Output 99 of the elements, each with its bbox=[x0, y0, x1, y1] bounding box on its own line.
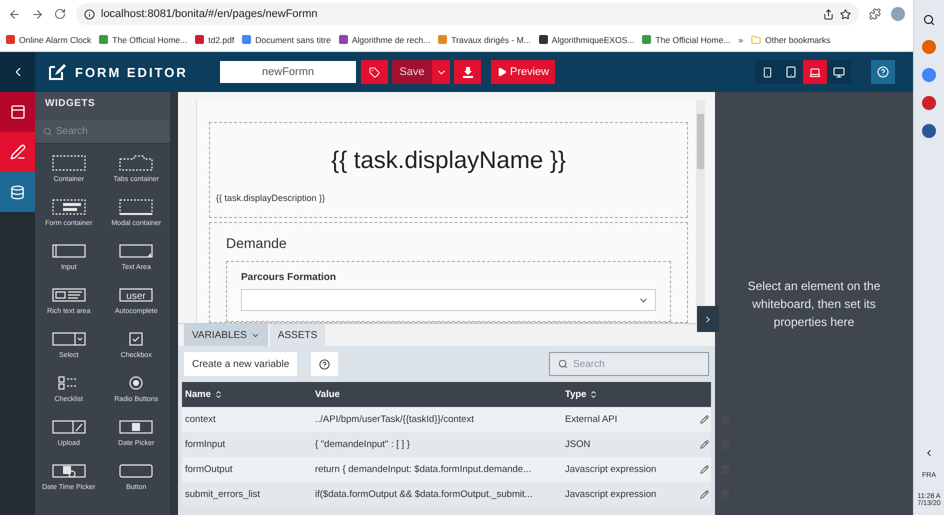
back-icon[interactable] bbox=[8, 8, 21, 20]
app-icon[interactable] bbox=[922, 40, 936, 54]
column-header: Value bbox=[315, 389, 340, 400]
bookmark-link[interactable]: Algorithme de rech... bbox=[338, 34, 430, 44]
export-button[interactable] bbox=[454, 60, 481, 84]
widget-icon bbox=[118, 154, 154, 172]
info-icon bbox=[84, 8, 95, 20]
widget-icon bbox=[50, 462, 87, 480]
database-icon bbox=[10, 184, 25, 200]
table-cell-text: return { demandeInput: $data.formInput.demande... bbox=[314, 464, 532, 475]
help-button[interactable] bbox=[311, 352, 338, 376]
extensions-icon[interactable] bbox=[869, 8, 881, 20]
search-icon bbox=[43, 127, 52, 136]
url-text: localhost:8081/bonita/#/en/pages/newFormn bbox=[101, 8, 318, 20]
create-variable-button[interactable]: Create a new variable bbox=[184, 352, 298, 376]
form-editor-logo-icon bbox=[47, 62, 67, 82]
widget-icon bbox=[118, 242, 154, 260]
monitor-icon bbox=[833, 66, 845, 78]
form-description: {{ task.displayDescription }} bbox=[216, 193, 326, 203]
pen-icon bbox=[10, 144, 26, 160]
form-name-field[interactable]: newFormn bbox=[220, 61, 356, 83]
form-title: {{ task.displayName }} bbox=[330, 147, 567, 175]
table-cell-text: formOutput bbox=[184, 464, 234, 475]
widget-icon: user bbox=[118, 286, 154, 304]
play-icon bbox=[497, 67, 507, 77]
table-cell-text: formInput bbox=[184, 439, 226, 450]
scrollbar[interactable] bbox=[696, 100, 705, 323]
widget-icon bbox=[118, 198, 154, 216]
sort-icon[interactable] bbox=[214, 390, 223, 399]
search-placeholder: Search bbox=[56, 126, 88, 137]
export-icon bbox=[462, 66, 474, 78]
bookmark-star-icon[interactable] bbox=[840, 8, 851, 20]
bookmarks-overflow[interactable]: » bbox=[738, 34, 744, 44]
edit-icon[interactable] bbox=[700, 465, 709, 474]
column-header[interactable]: Name bbox=[185, 389, 211, 400]
layout-icon bbox=[10, 104, 26, 120]
edit-icon[interactable] bbox=[700, 415, 709, 424]
bookmark-link[interactable]: Travaux dirigés - M... bbox=[438, 34, 531, 44]
tablet-icon bbox=[785, 66, 797, 78]
tag-button[interactable] bbox=[361, 60, 388, 84]
app-icon[interactable] bbox=[922, 96, 936, 110]
properties-hint: Select an element on the whiteboard, then set its properties here bbox=[746, 278, 882, 330]
folder-icon bbox=[751, 34, 762, 44]
field-label: Parcours Formation bbox=[241, 272, 338, 283]
share-icon[interactable] bbox=[823, 8, 834, 20]
table-cell-text: { "demandeInput" : [ ] } bbox=[314, 439, 411, 450]
table-cell-text: JSON bbox=[564, 439, 592, 450]
table-cell-text: if($data.formOutput && $data.formOutput._submit... bbox=[314, 489, 534, 500]
bookmark-link[interactable]: Document sans titre bbox=[242, 34, 331, 44]
widget-icon bbox=[50, 154, 87, 172]
table-cell-text: ../API/bpm/userTask/{{taskId}}/context bbox=[314, 414, 475, 425]
table-cell-text: submit_errors_list bbox=[184, 489, 261, 500]
panel-tab[interactable]: ASSETS bbox=[270, 324, 326, 346]
bookmark-link[interactable]: The Official Home... bbox=[99, 34, 188, 44]
bookmark-link[interactable]: Online Alarm Clock bbox=[6, 34, 92, 44]
app-icon[interactable] bbox=[922, 68, 936, 82]
other-bookmarks-link[interactable]: Other bookmarks bbox=[751, 34, 830, 44]
widget-icon bbox=[118, 462, 154, 480]
widgets-heading: WIDGETS bbox=[35, 92, 170, 120]
table-cell-text: Javascript expression bbox=[564, 489, 658, 500]
sidebar-tab[interactable] bbox=[0, 172, 35, 212]
widget-icon bbox=[50, 418, 87, 436]
help-icon bbox=[877, 66, 889, 78]
search-placeholder: Search bbox=[573, 358, 605, 370]
tag-icon bbox=[369, 66, 380, 78]
help-button[interactable] bbox=[871, 60, 895, 84]
app-icon[interactable] bbox=[922, 124, 936, 138]
sort-icon[interactable] bbox=[589, 390, 598, 399]
search-icon bbox=[558, 359, 568, 369]
edit-icon[interactable] bbox=[700, 440, 709, 449]
bookmark-link[interactable]: The Official Home... bbox=[642, 34, 730, 44]
widget-icon bbox=[50, 242, 87, 260]
sidebar-tab[interactable] bbox=[0, 92, 35, 132]
address-bar[interactable]: localhost:8081/bonita/#/en/pages/newFormn bbox=[76, 3, 859, 25]
save-button[interactable]: Save bbox=[392, 60, 432, 84]
search-icon[interactable] bbox=[923, 14, 935, 26]
help-icon bbox=[319, 358, 330, 370]
section-title: Demande bbox=[226, 235, 288, 251]
reload-icon[interactable] bbox=[54, 8, 66, 20]
edit-icon[interactable] bbox=[700, 490, 709, 499]
table-cell-text: context bbox=[184, 414, 217, 425]
app-title: FORM EDITOR bbox=[75, 64, 189, 80]
widget-icon bbox=[50, 286, 87, 304]
select-field[interactable] bbox=[241, 289, 656, 311]
sidebar-tab[interactable] bbox=[0, 132, 35, 172]
table-cell-text: Javascript expression bbox=[564, 464, 658, 475]
column-header[interactable]: Type bbox=[565, 389, 586, 400]
preview-button[interactable]: Preview bbox=[491, 60, 556, 84]
widget-icon bbox=[118, 418, 154, 436]
phone-icon bbox=[762, 66, 772, 78]
forward-icon[interactable] bbox=[31, 8, 44, 20]
widget-icon bbox=[50, 330, 87, 348]
bookmark-link[interactable]: td2.pdf bbox=[195, 34, 234, 44]
laptop-icon bbox=[809, 66, 821, 78]
widget-icon bbox=[50, 198, 87, 216]
bookmark-link[interactable]: AlgorithmiqueEXOS... bbox=[538, 34, 634, 44]
panel-tab[interactable]: VARIABLES bbox=[184, 324, 268, 346]
profile-avatar[interactable] bbox=[891, 7, 905, 21]
table-cell-text: External API bbox=[564, 414, 618, 425]
